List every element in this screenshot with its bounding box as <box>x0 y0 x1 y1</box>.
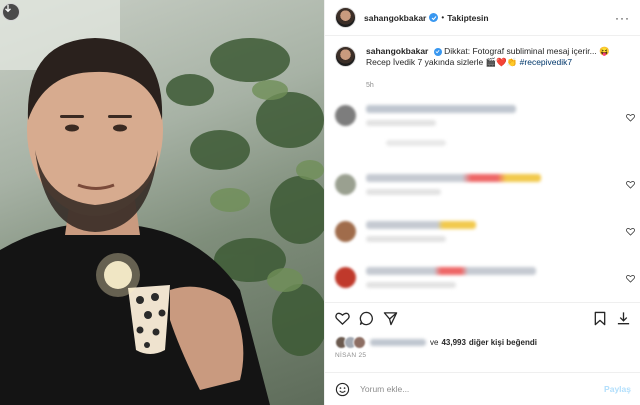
comment-item <box>335 174 631 195</box>
author-avatar[interactable] <box>335 7 356 28</box>
comment-avatar[interactable] <box>335 221 356 242</box>
comment-avatar[interactable] <box>335 174 356 195</box>
photo-illustration <box>0 0 324 405</box>
download-icon <box>5 5 11 13</box>
heart-icon[interactable] <box>335 311 350 326</box>
download-button[interactable] <box>2 3 20 21</box>
caption-line1: Dikkat: Fotograf subliminal mesaj içerir… <box>444 46 610 56</box>
comment-like-icon[interactable] <box>626 274 635 283</box>
comment-body-blurred <box>366 105 516 146</box>
likes-summary[interactable]: ve 43,993 diğer kişi beğendi <box>325 326 640 349</box>
comment-item <box>335 221 631 242</box>
liker-name-blurred <box>370 339 426 346</box>
comments-list[interactable]: sahangokbakar Dikkat: Fotograf sublimina… <box>325 37 640 302</box>
comment-body-blurred <box>366 174 541 195</box>
emoji-icon[interactable] <box>335 382 350 397</box>
download-post-icon[interactable] <box>616 311 631 326</box>
comment-item <box>335 267 631 288</box>
comment-body-blurred <box>366 267 536 288</box>
caption-verified-icon <box>433 47 442 56</box>
post-photo[interactable] <box>0 0 324 405</box>
caption-line2: Recep İvedik 7 yakında sizlerle 🎬❤️👏 <box>366 57 518 67</box>
caption-username[interactable]: sahangokbakar <box>366 46 428 56</box>
comment-icon[interactable] <box>359 311 374 326</box>
more-options-icon[interactable]: ··· <box>615 11 630 25</box>
comment-composer: Yorum ekle... Paylaş <box>325 372 640 405</box>
likes-prefix: ve <box>430 338 439 347</box>
separator-dot: • <box>441 13 445 22</box>
author-username[interactable]: sahangokbakar <box>364 13 426 23</box>
caption-avatar[interactable] <box>335 46 356 67</box>
caption-time: 5h <box>366 82 374 89</box>
bookmark-icon[interactable] <box>593 311 607 326</box>
comment-avatar[interactable] <box>335 105 356 126</box>
post-actions: ve 43,993 diğer kişi beğendi NİSAN 25 <box>325 302 640 372</box>
share-icon[interactable] <box>383 311 398 326</box>
post-comment-button[interactable]: Paylaş <box>604 384 631 394</box>
liker-avatars <box>335 336 366 349</box>
likes-suffix: diğer kişi beğendi <box>468 338 537 347</box>
post-date: NİSAN 25 <box>335 352 367 359</box>
caption: sahangokbakar Dikkat: Fotograf sublimina… <box>325 37 640 68</box>
verified-badge-icon <box>429 13 439 22</box>
caption-text: sahangokbakar Dikkat: Fotograf sublimina… <box>366 46 626 68</box>
comment-body-blurred <box>366 221 476 242</box>
caption-hashtag[interactable]: #recepivedik7 <box>520 57 572 67</box>
comment-item <box>335 105 631 146</box>
comment-like-icon[interactable] <box>626 113 635 122</box>
comment-avatar[interactable] <box>335 267 356 288</box>
post-header: sahangokbakar • Takiptesin ··· <box>325 0 640 36</box>
comment-like-icon[interactable] <box>626 180 635 189</box>
follow-status-button[interactable]: Takiptesin <box>447 13 488 23</box>
comment-like-icon[interactable] <box>626 227 635 236</box>
instagram-post-viewer: sahangokbakar • Takiptesin ··· sahangokb… <box>0 0 640 405</box>
post-side-panel: sahangokbakar • Takiptesin ··· sahangokb… <box>324 0 640 405</box>
likes-count[interactable]: 43,993 <box>441 338 465 347</box>
comment-input[interactable]: Yorum ekle... <box>360 384 604 394</box>
action-icons <box>325 303 640 326</box>
